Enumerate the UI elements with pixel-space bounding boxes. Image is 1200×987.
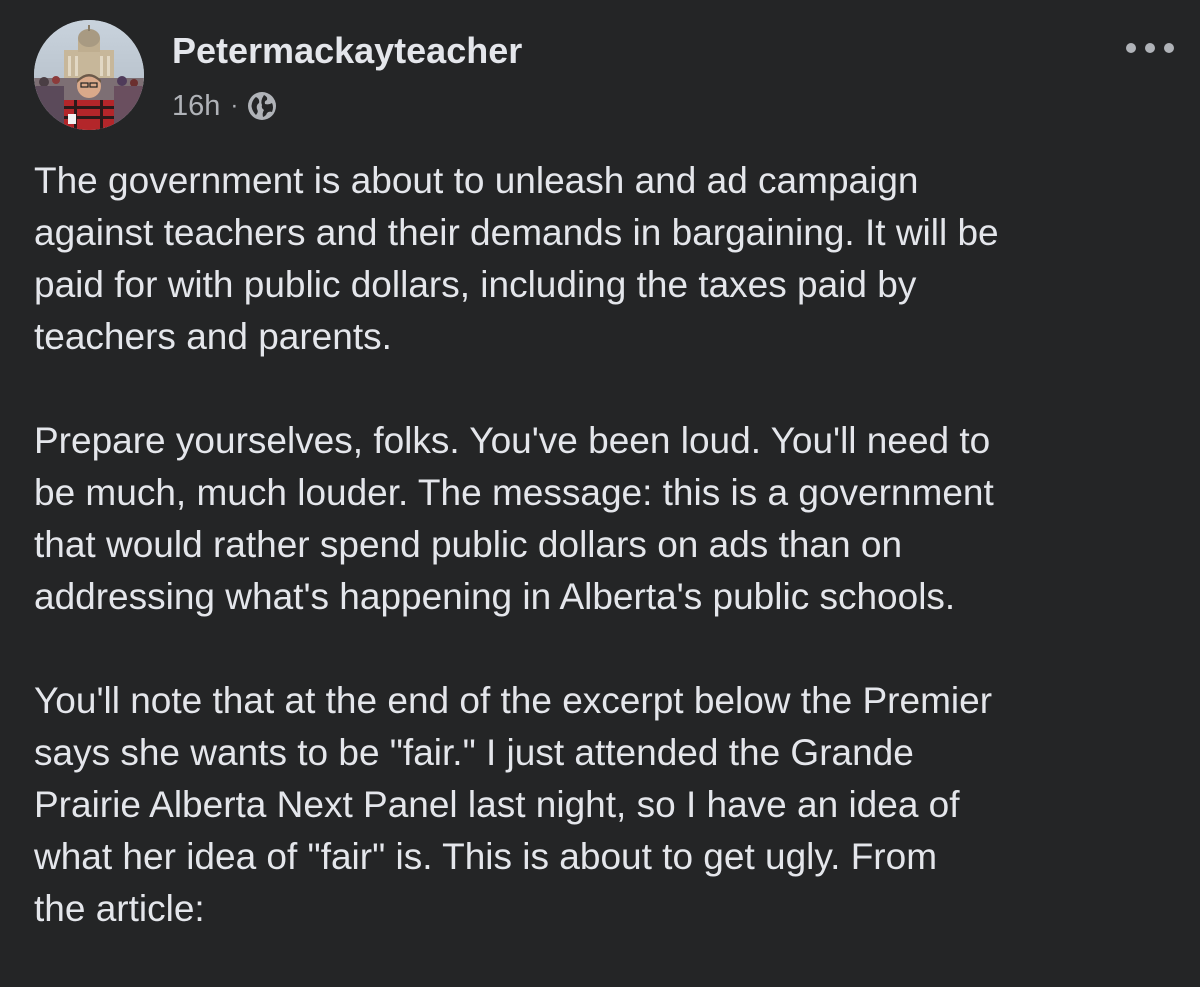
meta-separator: · (230, 92, 239, 119)
more-dot (1126, 43, 1136, 53)
author-name[interactable]: Petermackayteacher (172, 30, 522, 72)
post-meta: 16h · (172, 86, 277, 126)
more-options-icon[interactable] (1126, 36, 1174, 60)
post-paragraph: Prepare yourselves, folks. You've been l… (34, 420, 994, 617)
globe-icon[interactable] (247, 91, 277, 121)
avatar[interactable] (34, 20, 144, 130)
post-body: The government is about to unleash and a… (34, 155, 1184, 987)
avatar-photo (34, 20, 144, 130)
post-timestamp[interactable]: 16h (172, 90, 220, 123)
more-dot (1164, 43, 1174, 53)
post-paragraph: The government is about to unleash and a… (34, 160, 999, 357)
post-paragraph: You'll note that at the end of the excer… (34, 680, 993, 929)
post-header: Petermackayteacher 16h · (34, 20, 1174, 132)
more-dot (1145, 43, 1155, 53)
